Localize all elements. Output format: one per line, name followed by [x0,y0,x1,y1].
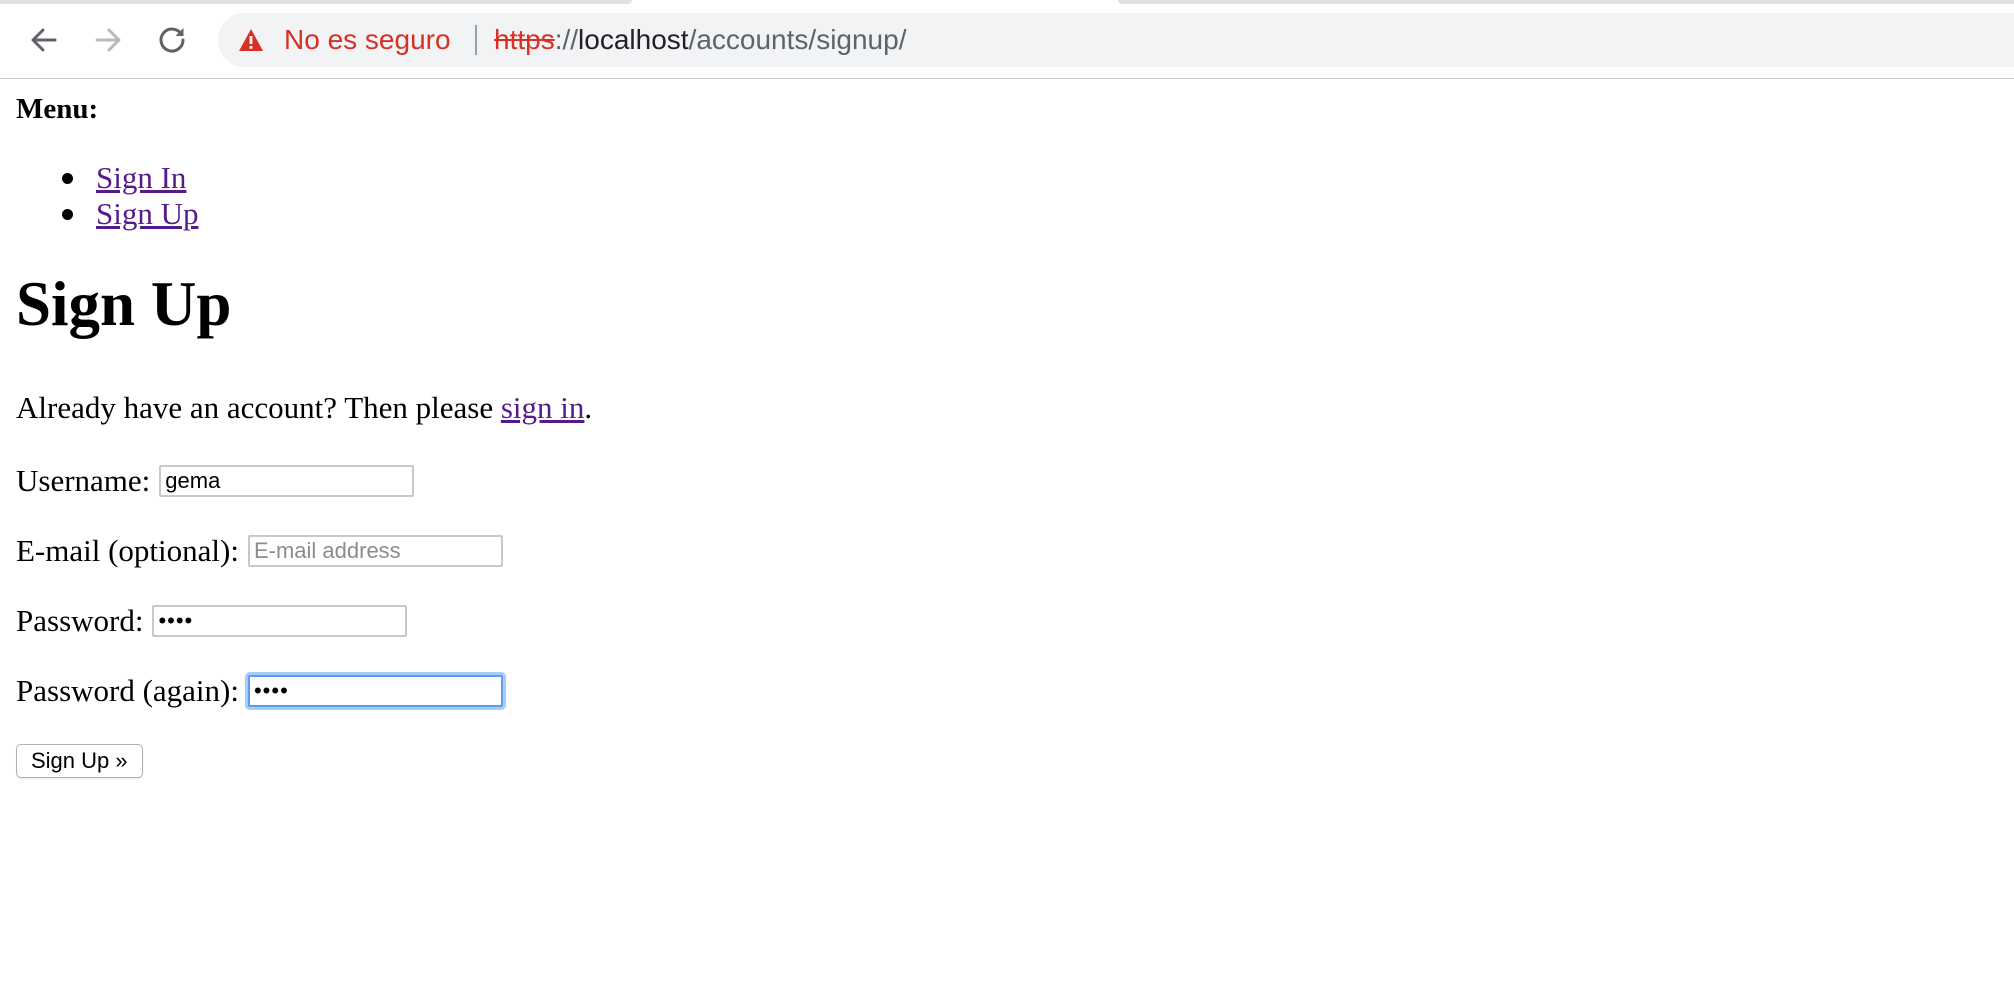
arrow-left-icon [31,28,57,52]
reload-icon [159,27,185,53]
forward-button[interactable] [86,18,130,62]
signin-prompt-suffix: . [584,390,593,425]
page-title: Sign Up [16,269,232,339]
sign-up-button[interactable]: Sign Up » [16,744,143,778]
back-button[interactable] [22,18,66,62]
address-divider [475,25,477,55]
arrow-right-icon [95,28,121,52]
tab-strip-right [1118,0,2014,4]
sign-in-link[interactable]: Sign In [96,160,186,195]
email-label: E-mail (optional): [16,533,239,568]
menu-item-sign-in: Sign In [16,160,199,196]
security-status-label[interactable]: No es seguro [284,24,451,56]
menu-heading: Menu: [16,93,99,125]
password-row: Password: [16,602,408,640]
reload-button[interactable] [150,18,194,62]
password-again-row: Password (again): [16,672,503,710]
password-again-input[interactable] [247,675,503,707]
tab-strip-left [0,0,632,4]
url-path: /accounts/signup/ [688,24,907,55]
menu-item-sign-up: Sign Up [16,196,199,232]
browser-toolbar: No es seguro https://localhost/accounts/… [0,0,2014,79]
signin-prompt: Already have an account? Then please sig… [16,390,592,426]
signin-inline-link[interactable]: sign in [501,390,585,425]
bullet [62,173,73,184]
password-label: Password: [16,603,144,638]
email-input[interactable] [247,535,503,567]
url-scheme: https [494,24,555,55]
address-bar[interactable]: No es seguro https://localhost/accounts/… [218,13,2014,67]
url-host: localhost [578,24,689,55]
sign-up-link[interactable]: Sign Up [96,196,199,231]
username-input[interactable] [159,465,415,497]
password-again-label: Password (again): [16,673,239,708]
url-text[interactable]: https://localhost/accounts/signup/ [494,24,906,56]
username-label: Username: [16,463,151,498]
url-separator: :// [554,24,579,55]
signin-prompt-text: Already have an account? Then please [16,390,501,425]
menu-list: Sign In Sign Up [16,160,199,232]
password-input[interactable] [152,605,408,637]
email-row: E-mail (optional): [16,532,503,570]
warning-triangle-icon[interactable] [238,28,264,52]
bullet [62,209,73,220]
username-row: Username: [16,462,415,500]
tab-strip [0,0,2014,4]
